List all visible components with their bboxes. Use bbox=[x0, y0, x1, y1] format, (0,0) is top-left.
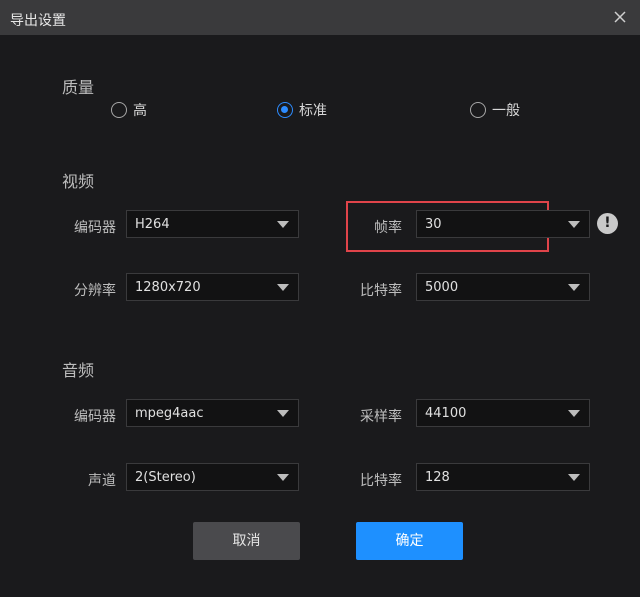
chevron-down-icon bbox=[277, 221, 289, 228]
select-value: 5000 bbox=[425, 280, 459, 295]
cancel-button[interactable]: 取消 bbox=[193, 522, 300, 560]
radio-circle[interactable] bbox=[111, 102, 127, 118]
confirm-button[interactable]: 确定 bbox=[356, 522, 463, 560]
info-icon[interactable]: ! bbox=[597, 213, 618, 234]
select-value: 30 bbox=[425, 217, 442, 232]
select-value: mpeg4aac bbox=[135, 406, 204, 421]
video-resolution-select[interactable]: 1280x720 bbox=[126, 273, 299, 301]
radio-label: 一般 bbox=[492, 103, 520, 119]
audio-channel-label: 声道 bbox=[88, 473, 116, 489]
radio-label: 标准 bbox=[299, 103, 327, 119]
quality-radio-standard[interactable]: 标准 bbox=[277, 101, 327, 119]
video-framerate-select[interactable]: 30 bbox=[416, 210, 590, 238]
video-bitrate-label: 比特率 bbox=[360, 283, 402, 299]
audio-samplerate-label: 采样率 bbox=[360, 409, 402, 425]
audio-encoder-label: 编码器 bbox=[74, 409, 116, 425]
select-value: 128 bbox=[425, 470, 450, 485]
video-encoder-label: 编码器 bbox=[74, 220, 116, 236]
title-bar: 导出设置 bbox=[0, 0, 640, 35]
radio-circle[interactable] bbox=[277, 102, 293, 118]
quality-radio-normal[interactable]: 一般 bbox=[470, 101, 520, 119]
audio-samplerate-select[interactable]: 44100 bbox=[416, 399, 590, 427]
video-framerate-label: 帧率 bbox=[374, 220, 402, 236]
video-section-title: 视频 bbox=[62, 172, 95, 191]
video-resolution-label: 分辨率 bbox=[74, 283, 116, 299]
chevron-down-icon bbox=[568, 474, 580, 481]
audio-channel-select[interactable]: 2(Stereo) bbox=[126, 463, 299, 491]
chevron-down-icon bbox=[277, 474, 289, 481]
audio-bitrate-select[interactable]: 128 bbox=[416, 463, 590, 491]
quality-radio-high[interactable]: 高 bbox=[111, 101, 147, 119]
chevron-down-icon bbox=[568, 221, 580, 228]
select-value: 2(Stereo) bbox=[135, 470, 196, 485]
select-value: H264 bbox=[135, 217, 170, 232]
audio-encoder-select[interactable]: mpeg4aac bbox=[126, 399, 299, 427]
chevron-down-icon bbox=[568, 410, 580, 417]
video-encoder-select[interactable]: H264 bbox=[126, 210, 299, 238]
audio-section-title: 音频 bbox=[62, 361, 95, 380]
video-bitrate-select[interactable]: 5000 bbox=[416, 273, 590, 301]
quality-section-title: 质量 bbox=[62, 78, 95, 97]
audio-bitrate-label: 比特率 bbox=[360, 473, 402, 489]
radio-label: 高 bbox=[133, 103, 147, 119]
chevron-down-icon bbox=[277, 284, 289, 291]
close-icon[interactable] bbox=[612, 9, 628, 25]
chevron-down-icon bbox=[277, 410, 289, 417]
radio-circle[interactable] bbox=[470, 102, 486, 118]
select-value: 44100 bbox=[425, 406, 467, 421]
window-title: 导出设置 bbox=[10, 13, 66, 29]
chevron-down-icon bbox=[568, 284, 580, 291]
select-value: 1280x720 bbox=[135, 280, 201, 295]
